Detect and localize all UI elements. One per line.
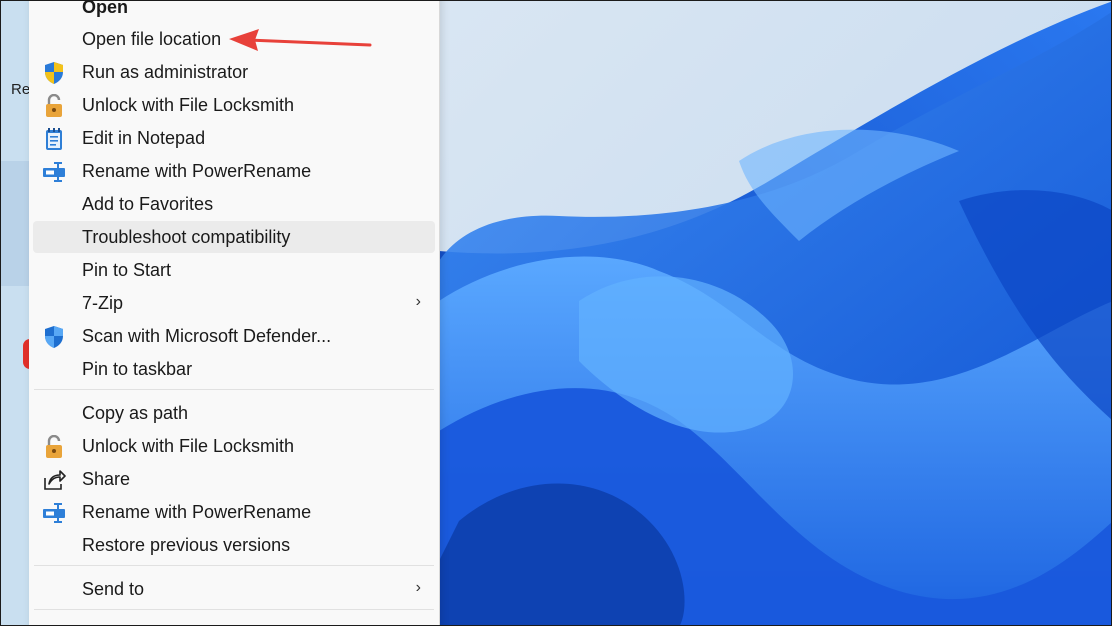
menu-item-label: Pin to Start (82, 259, 172, 280)
menu-item-pin-to-taskbar[interactable]: Pin to taskbar (33, 353, 435, 385)
annotation-arrow-icon (229, 29, 372, 51)
menu-item-rename-powerrename[interactable]: Rename with PowerRename (33, 155, 435, 187)
menu-item-label: Add to Favorites (82, 193, 214, 214)
menu-separator (34, 565, 434, 566)
menu-item-label: Pin to taskbar (82, 358, 193, 379)
menu-item-label: Open (82, 0, 129, 17)
menu-item-edit-in-notepad[interactable]: Edit in Notepad (33, 122, 435, 154)
menu-item-share[interactable]: Share (33, 463, 435, 495)
menu-item-label: Restore previous versions (82, 534, 291, 555)
menu-item-label: Share (82, 468, 131, 489)
padlock-icon (42, 435, 66, 459)
menu-item-label: Scan with Microsoft Defender... (82, 325, 332, 346)
menu-item-run-as-administrator[interactable]: Run as administrator (33, 56, 435, 88)
desktop-icon-label: Re (11, 81, 31, 98)
chevron-right-icon: › (415, 579, 421, 596)
defender-shield-icon (42, 325, 66, 349)
menu-item-send-to[interactable]: Send to › (33, 573, 435, 605)
chevron-right-icon: › (415, 293, 421, 310)
menu-item-add-to-favorites[interactable]: Add to Favorites (33, 188, 435, 220)
shield-uac-icon (42, 61, 66, 85)
powerrename-icon (42, 501, 66, 525)
menu-item-unlock-file-locksmith-2[interactable]: Unlock with File Locksmith (33, 430, 435, 462)
padlock-icon (42, 94, 66, 118)
menu-item-7zip[interactable]: 7-Zip › (33, 287, 435, 319)
menu-item-unlock-file-locksmith[interactable]: Unlock with File Locksmith (33, 89, 435, 121)
menu-item-restore-previous-versions[interactable]: Restore previous versions (33, 529, 435, 561)
menu-item-label: Troubleshoot compatibility (82, 226, 291, 247)
menu-item-label: Copy as path (82, 402, 189, 423)
menu-item-open[interactable]: Open (33, 0, 435, 23)
menu-item-scan-defender[interactable]: Scan with Microsoft Defender... (33, 320, 435, 352)
menu-item-label: Rename with PowerRename (82, 160, 312, 181)
menu-item-troubleshoot-compatibility[interactable]: Troubleshoot compatibility (33, 221, 435, 253)
menu-item-copy-as-path[interactable]: Copy as path (33, 397, 435, 429)
powerrename-icon (42, 160, 66, 184)
menu-item-label: 7-Zip (82, 292, 124, 313)
menu-item-label: Send to (82, 578, 145, 599)
menu-item-label: Unlock with File Locksmith (82, 435, 295, 456)
share-icon (42, 468, 66, 492)
wallpaper-bloom (439, 1, 1111, 625)
menu-item-label: Run as administrator (82, 61, 249, 82)
menu-item-label: Open file location (82, 28, 222, 49)
menu-item-rename-powerrename-2[interactable]: Rename with PowerRename (33, 496, 435, 528)
menu-separator (34, 389, 434, 390)
context-menu: Open Open file location Run as administr… (29, 0, 440, 625)
menu-item-label: Unlock with File Locksmith (82, 94, 295, 115)
menu-item-label: Edit in Notepad (82, 127, 206, 148)
menu-item-pin-to-start[interactable]: Pin to Start (33, 254, 435, 286)
desktop-background: Re (1, 1, 37, 625)
desktop-selected-icon[interactable] (1, 161, 37, 369)
menu-item-label: Rename with PowerRename (82, 501, 312, 522)
menu-separator (34, 609, 434, 610)
screenshot-frame: Re Open Open file location Run as admini… (0, 0, 1112, 626)
notepad-icon (42, 127, 66, 151)
